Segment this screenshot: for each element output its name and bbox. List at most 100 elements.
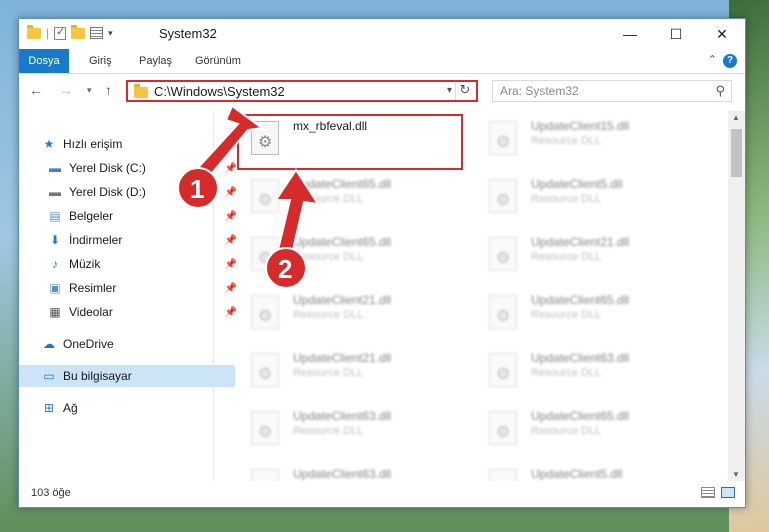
file-item[interactable]: UpdateClient63.dllResource DLL	[245, 405, 475, 461]
file-item[interactable]: UpdateClient21.dll Resource DLL	[245, 289, 475, 345]
file-name: UpdateClient21.dll	[293, 351, 392, 365]
title-bar: | ▾ System32 — ☐ ✕	[19, 19, 745, 49]
sidebar-item-label: Bu bilgisayar	[63, 369, 132, 383]
file-name: UpdateClient65.dll	[293, 235, 392, 249]
drive-icon: ▬	[49, 161, 61, 175]
tab-share[interactable]: Paylaş	[139, 49, 172, 73]
toolbar-dropdown-icon[interactable]: ▾	[108, 28, 113, 39]
file-type: Resource DLL	[293, 367, 364, 379]
file-type: Resource DLL	[293, 193, 364, 205]
sidebar-item-label: İndirmeler	[69, 233, 123, 247]
sidebar-item[interactable]: ▬ Yerel Disk (C:) 📌	[19, 157, 241, 179]
file-name: UpdateClient15.dll	[531, 119, 630, 133]
sidebar-item[interactable]: ☁ OneDrive	[19, 333, 235, 355]
collapse-ribbon-icon[interactable]: ⌃	[708, 53, 717, 66]
sidebar-item[interactable]: ⬇ İndirmeler 📌	[19, 229, 241, 251]
file-item[interactable]: UpdateClient63.dllResource DLL	[245, 463, 475, 481]
address-path[interactable]: C:\Windows\System32	[154, 84, 285, 99]
file-item[interactable]: UpdateClient21.dll Resource DLL	[483, 231, 713, 287]
item-count: 103 öğe	[31, 487, 71, 499]
up-arrow-icon[interactable]: ↑	[105, 82, 112, 98]
window-title: System32	[159, 26, 217, 41]
sidebar-item-label: Resimler	[69, 281, 117, 295]
help-icon[interactable]: ?	[723, 54, 737, 68]
back-arrow-icon[interactable]: ←	[29, 82, 43, 98]
tab-file[interactable]: Dosya	[19, 49, 69, 73]
dll-file-icon	[251, 121, 279, 155]
file-item[interactable]: UpdateClient65.dll Resource DLL	[483, 405, 713, 461]
file-type: Resource DLL	[293, 309, 364, 321]
recent-locations-icon[interactable]: ▾	[87, 85, 92, 96]
computer-icon: ▭	[43, 369, 55, 383]
search-box[interactable]: Ara: System32 ⚲	[492, 80, 732, 102]
address-dropdown-icon[interactable]: ▾	[447, 85, 452, 96]
new-folder-icon[interactable]	[71, 24, 86, 39]
sidebar-item-label: Hızlı erişim	[63, 137, 123, 151]
vertical-scrollbar[interactable]: ▲ ▼	[728, 111, 745, 481]
sidebar-item[interactable]: ♪ Müzik 📌	[19, 253, 241, 275]
file-item[interactable]: UpdateClient5.dll Resource DLL	[483, 173, 713, 229]
file-item[interactable]: UpdateClient65.dll Resource DLL	[483, 289, 713, 345]
file-item[interactable]: UpdateClient21.dll Resource DLL	[245, 347, 475, 403]
maximize-button[interactable]: ☐	[653, 19, 699, 49]
sidebar-item[interactable]: ▭ Bu bilgisayar	[19, 365, 235, 387]
dll-file-icon	[251, 411, 279, 445]
tab-home[interactable]: Giriş	[89, 49, 112, 73]
file-list: mx_rbfeval.dll UpdateClient15.dll Resource…	[227, 111, 723, 481]
sidebar-item[interactable]: ▣ Resimler 📌	[19, 277, 241, 299]
file-name: mx_rbfeval.dll	[293, 119, 368, 133]
sidebar-item[interactable]: ★ Hızlı erişim	[19, 133, 235, 155]
file-name: UpdateClient65.dll	[531, 293, 630, 307]
customize-toolbar-icon[interactable]	[90, 27, 104, 39]
scroll-down-icon[interactable]: ▼	[732, 470, 740, 479]
file-item[interactable]: UpdateClient5.dllResource DLL	[483, 463, 713, 481]
properties-check-icon[interactable]	[54, 25, 67, 40]
file-item[interactable]: UpdateClient63.dllResource DLL	[483, 347, 713, 403]
file-name: UpdateClient5.dll	[531, 467, 623, 481]
scroll-up-icon[interactable]: ▲	[732, 113, 740, 122]
star-icon: ★	[43, 137, 55, 151]
file-item[interactable]: UpdateClient65.dll Resource DLL	[245, 173, 475, 229]
dll-file-icon	[489, 411, 517, 445]
file-item[interactable]: UpdateClient65.dll Resource DLL	[245, 231, 475, 287]
file-name: UpdateClient5.dll	[531, 177, 623, 191]
navigation-bar: ← → ▾ ↑ C:\Windows\System32 ▾ ↻ Ara: Sys…	[19, 74, 745, 108]
file-type: Resource DLL	[531, 193, 602, 205]
toolbar-separator: |	[46, 26, 50, 40]
minimize-button[interactable]: —	[607, 19, 653, 49]
close-button[interactable]: ✕	[699, 19, 745, 49]
file-type: Resource DLL	[531, 135, 602, 147]
search-input[interactable]: Ara: System32	[500, 84, 579, 98]
status-bar: 103 öğe	[19, 481, 745, 507]
sidebar-item[interactable]: ⊞ Ağ	[19, 397, 235, 419]
sidebar-item[interactable]: ▬ Yerel Disk (D:) 📌	[19, 181, 241, 203]
file-type: Resource DLL	[531, 425, 602, 437]
address-bar[interactable]: C:\Windows\System32 ▾ ↻	[126, 80, 478, 102]
file-item[interactable]: mx_rbfeval.dll	[245, 115, 475, 171]
forward-arrow-icon[interactable]: →	[59, 82, 73, 98]
file-explorer-window: | ▾ System32 — ☐ ✕ Dosya Giriş Paylaş Gö…	[18, 18, 746, 508]
folder-icon[interactable]	[27, 24, 41, 39]
dll-file-icon	[489, 179, 517, 213]
sidebar-item-label: Yerel Disk (C:)	[69, 161, 146, 175]
sidebar-item[interactable]: ▦ Videolar 📌	[19, 301, 241, 323]
file-type: Resource DLL	[531, 367, 602, 379]
navigation-pane: ★ Hızlı erişim ▬ Yerel Disk (C:) 📌 ▬ Yerel Dis…	[19, 111, 237, 481]
details-view-icon[interactable]	[701, 487, 715, 498]
dll-file-icon	[251, 353, 279, 387]
search-icon[interactable]: ⚲	[715, 83, 725, 99]
sidebar-item-label: Yerel Disk (D:)	[69, 185, 146, 199]
dll-file-icon	[251, 295, 279, 329]
network-icon: ⊞	[43, 401, 55, 415]
refresh-icon[interactable]: ↻	[455, 82, 474, 100]
file-name: UpdateClient65.dll	[293, 177, 392, 191]
dll-file-icon	[251, 469, 279, 481]
sidebar-item[interactable]: ▤ Belgeler 📌	[19, 205, 241, 227]
file-name: UpdateClient21.dll	[531, 235, 630, 249]
sidebar-item-label: Videolar	[69, 305, 113, 319]
file-item[interactable]: UpdateClient15.dll Resource DLL	[483, 115, 713, 171]
tab-view[interactable]: Görünüm	[195, 49, 241, 73]
large-icons-view-icon[interactable]	[721, 487, 735, 498]
ribbon-tabs: Dosya Giriş Paylaş Görünüm ⌃ ?	[19, 49, 745, 74]
scrollbar-thumb[interactable]	[731, 129, 742, 177]
